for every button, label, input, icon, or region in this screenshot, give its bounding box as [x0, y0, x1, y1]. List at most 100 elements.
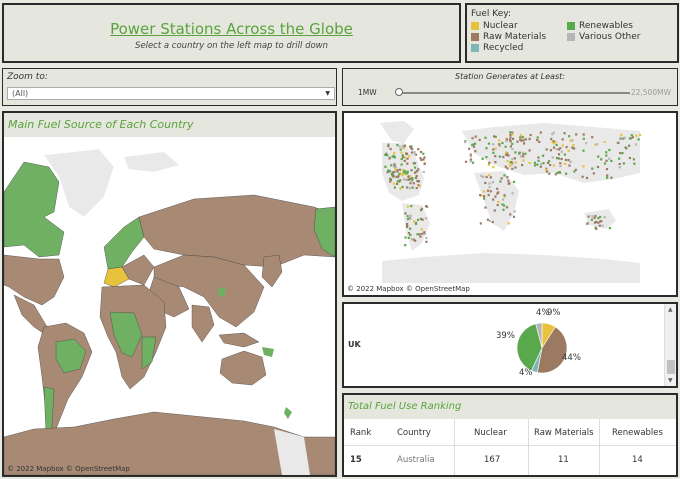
station-marker[interactable]	[511, 163, 514, 166]
column-header-country[interactable]: Country	[397, 428, 431, 438]
station-marker[interactable]	[600, 158, 603, 161]
station-marker[interactable]	[559, 165, 562, 168]
station-marker[interactable]	[505, 206, 509, 209]
zoom-dropdown[interactable]: (All) ▼	[7, 87, 335, 100]
station-marker[interactable]	[556, 157, 559, 160]
station-marker[interactable]	[551, 156, 554, 159]
station-marker[interactable]	[498, 139, 501, 142]
station-marker[interactable]	[601, 224, 604, 227]
station-marker[interactable]	[405, 178, 408, 181]
station-marker[interactable]	[488, 182, 491, 185]
station-marker[interactable]	[567, 149, 570, 152]
scroll-down-icon[interactable]: ▼	[668, 377, 673, 384]
station-marker[interactable]	[389, 177, 392, 180]
station-marker[interactable]	[509, 131, 512, 134]
station-marker[interactable]	[522, 159, 525, 162]
station-marker[interactable]	[592, 172, 595, 175]
station-marker[interactable]	[421, 232, 424, 235]
station-marker[interactable]	[596, 143, 599, 146]
station-marker[interactable]	[500, 177, 503, 180]
station-marker[interactable]	[404, 236, 407, 239]
station-marker[interactable]	[511, 167, 514, 170]
station-marker[interactable]	[498, 143, 501, 146]
station-marker[interactable]	[419, 150, 423, 154]
station-marker[interactable]	[406, 205, 410, 208]
world-map-countries[interactable]	[4, 137, 335, 475]
station-marker[interactable]	[486, 189, 490, 192]
station-marker[interactable]	[559, 162, 562, 165]
station-marker[interactable]	[593, 216, 596, 219]
station-marker[interactable]	[508, 182, 511, 185]
column-header-rank[interactable]: Rank	[350, 428, 371, 438]
station-marker[interactable]	[403, 159, 406, 162]
station-marker[interactable]	[622, 162, 625, 165]
station-marker[interactable]	[420, 228, 423, 231]
station-marker[interactable]	[582, 165, 585, 168]
station-marker[interactable]	[628, 144, 631, 147]
station-marker[interactable]	[415, 187, 418, 190]
station-marker[interactable]	[407, 236, 410, 239]
station-marker[interactable]	[413, 220, 416, 223]
station-marker[interactable]	[568, 135, 571, 138]
station-marker[interactable]	[514, 151, 517, 154]
station-marker[interactable]	[537, 156, 540, 159]
station-marker[interactable]	[493, 135, 496, 138]
station-marker[interactable]	[521, 136, 524, 139]
station-marker[interactable]	[408, 177, 411, 180]
station-marker[interactable]	[418, 185, 421, 188]
station-marker[interactable]	[585, 176, 589, 179]
station-marker[interactable]	[406, 222, 409, 226]
page-title[interactable]: Power Stations Across the Globe	[4, 20, 459, 38]
station-marker[interactable]	[472, 161, 475, 164]
station-marker[interactable]	[409, 145, 412, 148]
legend-item-nuclear[interactable]: Nuclear	[471, 21, 567, 31]
station-marker[interactable]	[605, 168, 609, 171]
station-marker[interactable]	[402, 178, 405, 181]
station-marker[interactable]	[502, 198, 505, 201]
station-marker[interactable]	[398, 145, 401, 148]
station-marker[interactable]	[401, 154, 404, 157]
station-marker[interactable]	[400, 151, 403, 154]
station-marker[interactable]	[393, 163, 396, 166]
station-marker[interactable]	[569, 139, 572, 142]
station-marker[interactable]	[406, 218, 410, 221]
station-marker[interactable]	[521, 163, 524, 167]
station-marker[interactable]	[539, 131, 542, 134]
station-marker[interactable]	[521, 151, 524, 154]
station-marker[interactable]	[585, 142, 588, 145]
station-marker[interactable]	[610, 159, 613, 162]
station-marker[interactable]	[413, 171, 417, 174]
station-marker[interactable]	[597, 221, 600, 224]
station-marker[interactable]	[549, 163, 552, 167]
station-marker[interactable]	[406, 172, 409, 175]
station-marker[interactable]	[595, 220, 598, 223]
station-marker[interactable]	[520, 139, 523, 142]
station-marker[interactable]	[512, 215, 516, 218]
station-marker[interactable]	[507, 154, 510, 157]
station-marker[interactable]	[603, 162, 607, 165]
station-marker[interactable]	[512, 137, 515, 140]
station-marker[interactable]	[628, 137, 631, 140]
station-marker[interactable]	[425, 236, 428, 240]
station-marker[interactable]	[619, 137, 622, 140]
station-marker[interactable]	[548, 172, 551, 175]
station-marker[interactable]	[420, 158, 423, 161]
station-marker[interactable]	[505, 140, 508, 143]
station-marker[interactable]	[400, 163, 403, 166]
station-marker[interactable]	[410, 205, 413, 208]
station-marker[interactable]	[474, 150, 477, 153]
station-marker[interactable]	[597, 155, 600, 158]
station-marker[interactable]	[554, 141, 557, 144]
station-marker[interactable]	[487, 142, 491, 145]
station-marker[interactable]	[625, 147, 628, 150]
station-marker[interactable]	[420, 207, 423, 210]
station-marker[interactable]	[409, 227, 412, 230]
station-marker[interactable]	[514, 166, 517, 169]
station-marker[interactable]	[608, 157, 611, 160]
station-marker[interactable]	[414, 176, 418, 179]
station-marker[interactable]	[506, 176, 509, 179]
station-marker[interactable]	[524, 138, 527, 141]
station-marker[interactable]	[509, 213, 512, 216]
station-marker[interactable]	[509, 138, 512, 141]
station-marker[interactable]	[631, 136, 634, 139]
